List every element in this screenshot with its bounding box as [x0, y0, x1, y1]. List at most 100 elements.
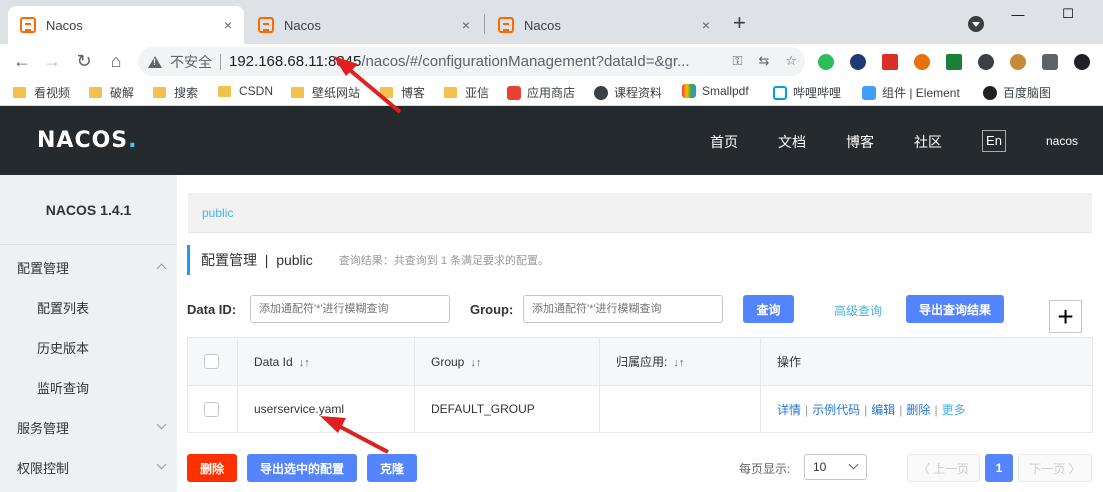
nav-home[interactable]: 首页	[710, 132, 738, 152]
tab-search-icon[interactable]	[968, 16, 984, 32]
dataid-label: Data ID:	[187, 302, 237, 317]
new-tab-button[interactable]: +	[733, 12, 746, 34]
chevron-down-icon	[156, 419, 167, 430]
nacos-favicon-icon	[498, 17, 514, 33]
next-page-button[interactable]: 下一页 〉	[1018, 454, 1092, 482]
dataid-input[interactable]	[250, 295, 450, 323]
url-text[interactable]: 192.168.68.11:8845/nacos/#/configuration…	[229, 53, 709, 70]
bookmark-item[interactable]: 博客	[380, 84, 425, 101]
bookmark-item[interactable]: 应用商店	[507, 84, 575, 101]
bookmark-label: Smallpdf	[702, 84, 749, 98]
bookmark-item[interactable]: CSDN	[218, 84, 273, 98]
extension-check-icon[interactable]	[850, 54, 866, 70]
extension-gear-icon[interactable]	[818, 54, 834, 70]
prev-page-button[interactable]: 〈 上一页	[907, 454, 980, 482]
bookmark-item[interactable]: 壁纸网站	[291, 84, 360, 101]
select-all-cell	[187, 337, 238, 386]
query-button[interactable]: 查询	[743, 295, 794, 323]
delete-button[interactable]: 删除	[187, 454, 237, 482]
sidebar-item-config-management[interactable]: 配置管理	[0, 247, 177, 287]
cell-group: DEFAULT_GROUP	[414, 385, 600, 433]
nacos-logo[interactable]: NACOS.	[37, 128, 138, 153]
sidebar-item-history[interactable]: 历史版本	[0, 327, 177, 367]
nav-blog[interactable]: 博客	[846, 132, 874, 152]
window-minimize-button[interactable]: —	[995, 0, 1041, 28]
nav-docs[interactable]: 文档	[778, 132, 806, 152]
bookmark-label: CSDN	[239, 84, 274, 98]
op-edit-link[interactable]: 编辑	[871, 403, 895, 417]
language-switch[interactable]: En	[982, 130, 1006, 152]
forward-arrow-icon[interactable]: →	[40, 49, 64, 73]
breadcrumb-namespace[interactable]: public	[202, 206, 233, 220]
sidebar-item-config-list[interactable]: 配置列表	[0, 287, 177, 327]
export-selected-button[interactable]: 导出选中的配置	[247, 454, 357, 482]
bookmark-item[interactable]: 看视频	[13, 84, 70, 101]
advanced-query-link[interactable]: 高级查询	[834, 302, 882, 319]
current-page-button[interactable]: 1	[985, 454, 1013, 482]
nav-community[interactable]: 社区	[914, 132, 942, 152]
tab-close-icon[interactable]: ×	[702, 17, 710, 33]
extension-cookie-icon[interactable]	[1010, 54, 1026, 70]
column-header-group[interactable]: Group ↓↑	[414, 337, 600, 386]
translate-icon[interactable]: ⇆	[758, 53, 769, 69]
op-delete-link[interactable]: 删除	[906, 403, 930, 417]
bookmark-label: 破解	[110, 86, 135, 100]
sort-icon[interactable]: ↓↑	[299, 357, 310, 369]
row-checkbox[interactable]	[204, 401, 219, 417]
bookmark-item[interactable]: 破解	[89, 84, 134, 101]
op-detail-link[interactable]: 详情	[777, 403, 801, 417]
chevron-down-icon	[848, 459, 859, 470]
sidebar-item-access-control[interactable]: 权限控制	[0, 447, 177, 487]
url-host: 192.168.68.11:8845	[229, 53, 362, 70]
clone-button[interactable]: 克隆	[367, 454, 417, 482]
column-header-dataid[interactable]: Data Id ↓↑	[237, 337, 415, 386]
group-input[interactable]	[523, 295, 723, 323]
profile-avatar-icon[interactable]	[1074, 54, 1090, 70]
table-row: userservice.yaml DEFAULT_GROUP 详情 | 示例代码 | 编…	[187, 385, 1093, 433]
bookmark-item[interactable]: 哔哩哔哩	[773, 84, 841, 101]
bookmark-item[interactable]: 课程资料	[594, 84, 662, 101]
add-config-button[interactable]: +	[1049, 300, 1082, 333]
extension-network-icon[interactable]	[914, 54, 930, 70]
page-size-select[interactable]: 10	[804, 454, 867, 480]
bookmark-label: 看视频	[34, 86, 71, 100]
tab-close-icon[interactable]: ×	[224, 17, 232, 33]
column-label: 归属应用:	[616, 355, 668, 369]
window-maximize-button[interactable]: ☐	[1045, 0, 1091, 28]
reload-icon[interactable]: ↻	[72, 49, 96, 73]
star-icon[interactable]: ☆	[785, 53, 797, 69]
sort-icon[interactable]: ↓↑	[673, 357, 684, 369]
app-store-icon	[507, 85, 521, 100]
export-results-button[interactable]: 导出查询结果	[906, 295, 1004, 323]
bookmark-item[interactable]: 百度脑图	[983, 84, 1051, 101]
security-label[interactable]: 不安全	[170, 52, 212, 72]
op-sample-code-link[interactable]: 示例代码	[812, 403, 860, 417]
column-header-ops: 操作	[760, 337, 1093, 386]
back-arrow-icon[interactable]: ←	[10, 49, 34, 73]
extension-download-icon[interactable]	[946, 54, 962, 70]
bookmark-item[interactable]: Smallpdf	[682, 84, 749, 98]
browser-tab-3[interactable]: Nacos ×	[486, 6, 722, 44]
extensions-puzzle-icon[interactable]	[1042, 54, 1058, 70]
user-name[interactable]: nacos	[1046, 134, 1078, 148]
sort-icon[interactable]: ↓↑	[470, 357, 481, 369]
bookmark-item[interactable]: 组件 | Element	[862, 84, 960, 101]
bookmark-item[interactable]: 搜索	[153, 84, 198, 101]
sidebar-item-listener-query[interactable]: 监听查询	[0, 367, 177, 407]
sidebar-item-service-management[interactable]: 服务管理	[0, 407, 177, 447]
home-icon[interactable]: ⌂	[104, 49, 128, 73]
extension-record-icon[interactable]	[978, 54, 994, 70]
op-more-link[interactable]: 更多	[942, 403, 966, 417]
extension-fe-icon[interactable]	[882, 54, 898, 70]
bilibili-icon	[773, 85, 787, 100]
bookmark-label: 壁纸网站	[312, 86, 361, 100]
query-result-text: 查询结果：共查询到 1 条满足要求的配置。	[338, 255, 550, 267]
select-all-checkbox[interactable]	[204, 354, 219, 370]
browser-tab-1[interactable]: Nacos ×	[8, 6, 244, 44]
column-header-app[interactable]: 归属应用: ↓↑	[599, 337, 761, 386]
key-icon[interactable]: ⚿	[733, 53, 743, 69]
address-bar[interactable]: 不安全 192.168.68.11:8845/nacos/#/configura…	[138, 47, 805, 76]
tab-close-icon[interactable]: ×	[462, 17, 470, 33]
browser-tab-2[interactable]: Nacos ×	[246, 6, 482, 44]
bookmark-item[interactable]: 亚信	[444, 84, 489, 101]
